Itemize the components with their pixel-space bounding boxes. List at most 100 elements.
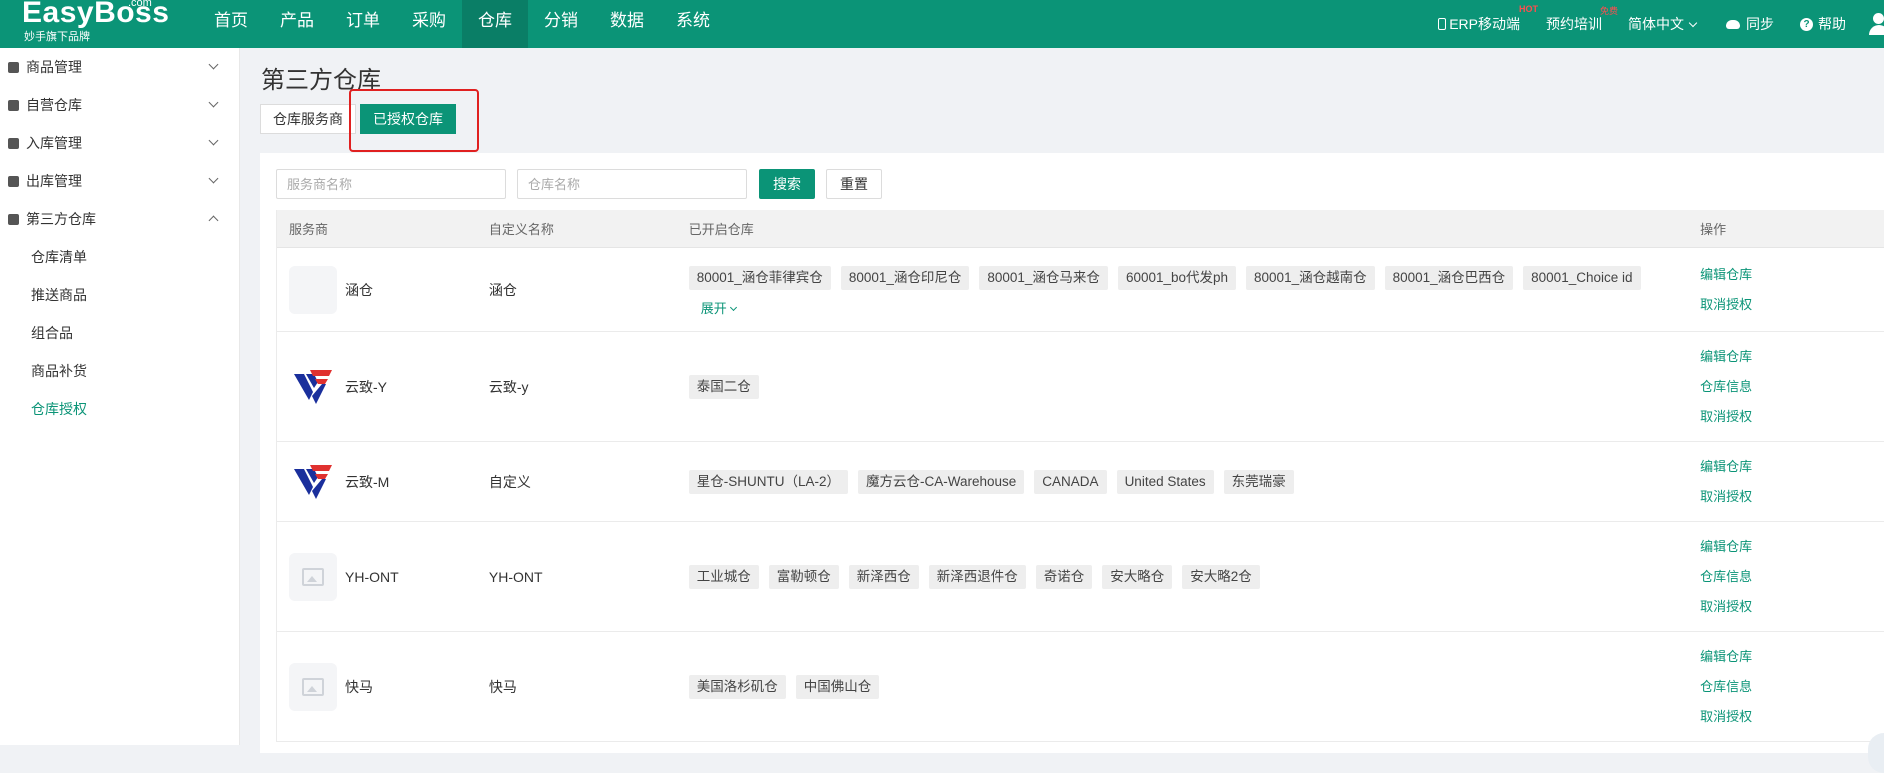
nav-item-0[interactable]: 首页 (198, 0, 264, 48)
revoke-authorization-link[interactable]: 取消授权 (1700, 482, 1884, 512)
sidebar-group-2[interactable]: 入库管理 (0, 124, 239, 162)
warehouses-cell: 工业城仓 富勒顿仓 新泽西仓 新泽西退件仓 奇诺仓 安大略仓 安大略2仓 (677, 561, 1688, 593)
image-placeholder-icon (302, 567, 324, 586)
table-row: 涵仓 涵仓 80001_涵仓菲律宾仓 80001_涵仓印尼仓 80001_涵仓马来仓 60… (277, 248, 1884, 332)
edit-warehouse-link[interactable]: 编辑仓库 (1700, 342, 1884, 372)
user-avatar-icon[interactable] (1868, 13, 1884, 35)
expand-link[interactable]: 展开 (689, 298, 1688, 317)
chevron-down-icon (208, 173, 219, 184)
actions-cell: 编辑仓库 仓库信息 取消授权 (1688, 342, 1884, 432)
erp-mobile-label: ERP移动端 (1449, 16, 1520, 32)
provider-cell: 云致-Y (277, 363, 477, 411)
sync-button[interactable]: 同步 (1726, 14, 1774, 34)
chevron-down-icon (208, 59, 219, 70)
hot-badge: HOT (1519, 4, 1538, 14)
custom-name-cell: 自定义 (488, 473, 531, 490)
edit-warehouse-link[interactable]: 编辑仓库 (1700, 642, 1884, 672)
language-label: 简体中文 (1628, 16, 1684, 32)
sidebar-item-3[interactable]: 商品补货 (0, 352, 239, 390)
provider-cell: 云致-M (277, 458, 477, 506)
warehouse-info-link[interactable]: 仓库信息 (1700, 372, 1884, 402)
header-provider: 服务商 (289, 222, 329, 237)
sidebar-item-0[interactable]: 仓库清单 (0, 238, 239, 276)
provider-logo (289, 662, 337, 711)
header-enabled-warehouses: 已开启仓库 (688, 222, 754, 237)
sidebar-group-0[interactable]: 商品管理 (0, 48, 239, 86)
main-nav: 首页 产品 订单 采购 仓库 分销 数据 系统 (198, 0, 726, 48)
provider-name: YH-ONT (345, 568, 399, 585)
nav-item-5[interactable]: 分销 (528, 0, 594, 48)
warehouse-tag: 新泽西仓 (848, 564, 919, 589)
edit-warehouse-link[interactable]: 编辑仓库 (1700, 260, 1884, 290)
floating-assistant-button[interactable] (1868, 733, 1884, 773)
training-link[interactable]: 预约培训 免费 (1546, 6, 1618, 34)
custom-name-cell: 涵仓 (488, 281, 517, 298)
header-actions: 操作 (1700, 222, 1727, 237)
edit-warehouse-link[interactable]: 编辑仓库 (1700, 532, 1884, 562)
nav-item-3[interactable]: 采购 (396, 0, 462, 48)
nav-item-4[interactable]: 仓库 (462, 0, 528, 48)
sidebar-group-label: 自营仓库 (26, 97, 82, 113)
provider-name-input[interactable] (276, 169, 506, 199)
erp-mobile-link[interactable]: ERP移动端 HOT (1438, 4, 1538, 34)
nav-item-2[interactable]: 订单 (330, 0, 396, 48)
warehouses-cell: 美国洛杉矶仓 中国佛山仓 (677, 671, 1688, 703)
sidebar-group-label: 入库管理 (26, 135, 82, 151)
yunzhi-logo-icon (294, 464, 332, 499)
sidebar-group-4[interactable]: 第三方仓库 (0, 200, 239, 238)
reset-button[interactable]: 重置 (826, 169, 882, 199)
revoke-authorization-link[interactable]: 取消授权 (1700, 592, 1884, 622)
custom-name-cell: 云致-y (488, 378, 529, 395)
revoke-authorization-link[interactable]: 取消授权 (1700, 702, 1884, 732)
provider-name: 快马 (345, 678, 373, 695)
nav-item-1[interactable]: 产品 (264, 0, 330, 48)
edit-warehouse-link[interactable]: 编辑仓库 (1700, 452, 1884, 482)
content-card: 搜索 重置 服务商 自定义名称 已开启仓库 操作 涵仓 涵仓 80001_涵仓菲律宾… (260, 153, 1884, 753)
warehouse-info-link[interactable]: 仓库信息 (1700, 672, 1884, 702)
search-button[interactable]: 搜索 (759, 169, 815, 199)
sidebar-group-label: 第三方仓库 (26, 211, 96, 227)
nav-item-7[interactable]: 系统 (660, 0, 726, 48)
sidebar-group-1[interactable]: 自营仓库 (0, 86, 239, 124)
tab-warehouse-providers[interactable]: 仓库服务商 (260, 104, 356, 134)
top-right-toolbar: ERP移动端 HOT 预约培训 免费 简体中文 同步 ? 帮助 (1412, 0, 1884, 48)
revoke-authorization-link[interactable]: 取消授权 (1700, 290, 1884, 320)
revoke-authorization-link[interactable]: 取消授权 (1700, 402, 1884, 432)
provider-logo (289, 552, 337, 601)
warehouse-name-input[interactable] (517, 169, 747, 199)
sidebar-item-2[interactable]: 组合品 (0, 314, 239, 352)
highlight-box (349, 89, 479, 152)
sidebar-group-label: 出库管理 (26, 173, 82, 189)
brand-name: EasyBoss (22, 0, 170, 29)
custom-name-cell: YH-ONT (488, 568, 543, 585)
warehouse-tag: 安大略仓 (1102, 564, 1173, 589)
warehouse-info-link[interactable]: 仓库信息 (1700, 562, 1884, 592)
warehouse-tag: 东莞瑞豪 (1223, 469, 1294, 494)
chevron-down-icon (208, 135, 219, 146)
training-label: 预约培训 (1546, 16, 1602, 32)
provider-cell: 涵仓 (277, 265, 477, 314)
sidebar-item-4[interactable]: 仓库授权 (0, 390, 239, 428)
yunzhi-logo-icon (294, 369, 332, 404)
warehouse-tag: 80001_Choice id (1523, 266, 1641, 290)
provider-logo (289, 458, 337, 506)
chevron-down-icon (729, 303, 737, 312)
help-button[interactable]: ? 帮助 (1800, 14, 1846, 34)
provider-name: 云致-Y (345, 378, 387, 395)
sidebar-group-3[interactable]: 出库管理 (0, 162, 239, 200)
warehouse-tag: 80001_涵仓马来仓 (979, 266, 1108, 290)
warehouses-cell: 星仓-SHUNTU（LA-2） 魔方云仓-CA-Warehouse CANADA Un… (677, 466, 1688, 498)
language-select[interactable]: 简体中文 (1628, 14, 1698, 34)
chevron-down-icon (1688, 18, 1698, 27)
actions-cell: 编辑仓库 取消授权 (1688, 452, 1884, 512)
warehouse-tag: 富勒顿仓 (768, 564, 839, 589)
sidebar-item-1[interactable]: 推送商品 (0, 276, 239, 314)
brand-logo[interactable]: EasyBoss .com 妙手旗下品牌 (0, 0, 198, 48)
nav-item-6[interactable]: 数据 (594, 0, 660, 48)
top-navbar: EasyBoss .com 妙手旗下品牌 首页 产品 订单 采购 仓库 分销 数据 系统 ER… (0, 0, 1884, 48)
brand-tagline: 妙手旗下品牌 (24, 31, 90, 43)
table-row: 快马 快马 美国洛杉矶仓 中国佛山仓 编辑仓库 仓库信息 取消授权 (277, 632, 1884, 742)
provider-logo (289, 363, 337, 411)
warehouse-tag: 80001_涵仓印尼仓 (840, 266, 970, 290)
help-label: 帮助 (1818, 16, 1846, 32)
